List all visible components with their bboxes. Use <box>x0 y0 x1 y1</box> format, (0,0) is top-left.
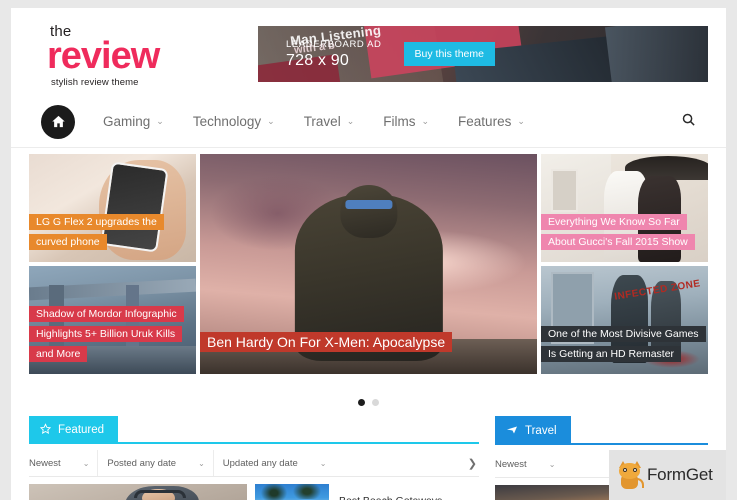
formget-watermark: FormGet <box>609 450 726 500</box>
filter-newest-label: Newest <box>29 457 61 469</box>
logo-review-text: review <box>47 35 160 78</box>
hero-tile-title: Ben Hardy On For X-Men: Apocalypse <box>200 332 453 353</box>
buy-this-theme-button[interactable]: Buy this theme <box>403 42 495 66</box>
nav-item-technology[interactable]: Technology ⌄ <box>193 114 275 129</box>
nav-item-technology-label: Technology <box>192 114 262 129</box>
featured-filter-bar: Newest ⌄ Posted any date ⌄ Updated any d… <box>29 450 479 477</box>
chevron-down-icon: ⌄ <box>156 116 164 126</box>
logo-tagline: stylish review theme <box>51 76 139 88</box>
hero-tile-lg-g-flex[interactable]: LG G Flex 2 upgrades the curved phone <box>29 154 196 262</box>
tab-travel[interactable]: Travel <box>495 416 571 445</box>
hero-tile-hd-remaster[interactable]: INFECTED ZONE One of the Most Divisive G… <box>541 266 708 374</box>
nav-item-features-label: Features <box>458 114 512 129</box>
page-root: the review stylish review theme Man List… <box>11 8 726 500</box>
featured-section-rule <box>118 442 479 444</box>
list-item-thumbnail <box>255 484 329 500</box>
watermark-text: FormGet <box>647 465 713 484</box>
ad-content: LEADERBOARD AD 728 x 90 Buy this theme <box>258 39 708 70</box>
travel-section-rule <box>570 443 708 445</box>
chevron-down-icon: ⌄ <box>548 459 556 469</box>
chevron-down-icon: ⌄ <box>198 458 205 468</box>
carousel-dot-2[interactable] <box>372 399 379 406</box>
ad-size: 728 x 90 <box>286 51 349 69</box>
leaderboard-ad[interactable]: Man Listening with a b LEADERBOARD AD 72… <box>258 26 708 82</box>
star-icon <box>39 423 52 437</box>
nav-item-gaming-label: Gaming <box>103 114 151 129</box>
tab-featured[interactable]: Featured <box>29 416 119 444</box>
chevron-down-icon: ⌄ <box>346 116 355 126</box>
travel-section-header: Travel <box>495 416 708 445</box>
featured-section: Featured Newest ⌄ Posted any date ⌄ Upda… <box>29 416 479 500</box>
nav-item-features[interactable]: Features ⌄ <box>458 114 525 129</box>
filter-posted-date-label: Posted any date <box>107 457 177 469</box>
search-icon[interactable] <box>681 112 696 132</box>
list-item-title: Best Beach Getaways <box>339 495 442 500</box>
filter-updated-date[interactable]: Updated any date ⌄ <box>223 450 335 476</box>
hero-tile-caption: Everything We Know So Far About Gucci's … <box>541 212 701 252</box>
hero-tile-ben-hardy[interactable]: Ben Hardy On For X-Men: Apocalypse <box>200 154 537 374</box>
hero-tile-gucci[interactable]: Everything We Know So Far About Gucci's … <box>541 154 708 262</box>
nav-item-films[interactable]: Films ⌄ <box>383 114 429 129</box>
filter-updated-date-label: Updated any date <box>222 457 298 469</box>
chevron-down-icon: ⌄ <box>267 116 275 126</box>
nav-items: Gaming ⌄ Technology ⌄ Travel ⌄ Films ⌄ F… <box>103 114 525 129</box>
featured-main-card[interactable] <box>29 484 247 500</box>
ad-text-block: LEADERBOARD AD 728 x 90 <box>286 39 382 70</box>
nav-item-travel[interactable]: Travel ⌄ <box>304 114 355 129</box>
featured-list: Best Beach Getaways <box>255 484 479 500</box>
filter-newest[interactable]: Newest ⌄ <box>29 450 99 476</box>
filter-travel-newest-label: Newest <box>495 458 527 470</box>
featured-section-header: Featured <box>29 416 479 444</box>
hero-right-column: Everything We Know So Far About Gucci's … <box>541 154 708 390</box>
filter-posted-date[interactable]: Posted any date ⌄ <box>107 450 214 476</box>
hero-tile-title: One of the Most Divisive Games Is Gettin… <box>541 325 706 362</box>
hero-tile-shadow-of-mordor[interactable]: Shadow of Mordor Infographic Highlights … <box>29 266 196 374</box>
next-arrow-icon[interactable]: ❯ <box>468 457 479 470</box>
home-icon[interactable] <box>41 104 75 139</box>
carousel-dot-1[interactable] <box>358 399 365 406</box>
chevron-down-icon: ⌄ <box>319 458 327 468</box>
filter-travel-newest[interactable]: Newest ⌄ <box>495 451 563 477</box>
hero-tile-caption: One of the Most Divisive Games Is Gettin… <box>541 324 706 364</box>
chevron-down-icon: ⌄ <box>82 458 90 468</box>
hero-tile-title: Shadow of Mordor Infographic Highlights … <box>29 305 184 362</box>
hero-tile-caption: Shadow of Mordor Infographic Highlights … <box>29 304 189 364</box>
site-header: the review stylish review theme Man List… <box>11 8 726 96</box>
nav-item-films-label: Films <box>383 114 416 129</box>
ad-label: LEADERBOARD AD <box>286 38 382 50</box>
nav-item-gaming[interactable]: Gaming ⌄ <box>103 114 164 129</box>
hero-tile-title: LG G Flex 2 upgrades the curved phone <box>29 213 164 250</box>
tab-travel-label: Travel <box>525 424 557 437</box>
list-item[interactable]: Best Beach Getaways <box>255 484 479 500</box>
carousel-dots <box>11 390 726 406</box>
hero-tile-caption: LG G Flex 2 upgrades the curved phone <box>29 212 189 252</box>
hero-tile-caption: Ben Hardy On For X-Men: Apocalypse <box>200 330 453 356</box>
airplane-icon <box>506 423 518 438</box>
site-logo[interactable]: the review stylish review theme <box>29 20 244 88</box>
chevron-down-icon: ⌄ <box>421 116 430 126</box>
tab-featured-label: Featured <box>58 424 105 436</box>
chevron-down-icon: ⌄ <box>517 116 525 126</box>
featured-items-row: Best Beach Getaways <box>29 484 479 500</box>
cat-mascot-icon <box>618 461 644 489</box>
hero-carousel: LG G Flex 2 upgrades the curved phone Sh… <box>11 148 726 390</box>
main-navigation: Gaming ⌄ Technology ⌄ Travel ⌄ Films ⌄ F… <box>11 96 726 148</box>
nav-item-travel-label: Travel <box>303 114 341 129</box>
hero-tile-title: Everything We Know So Far About Gucci's … <box>541 213 695 250</box>
featured-main-image <box>29 484 247 500</box>
hero-left-column: LG G Flex 2 upgrades the curved phone Sh… <box>29 154 196 390</box>
